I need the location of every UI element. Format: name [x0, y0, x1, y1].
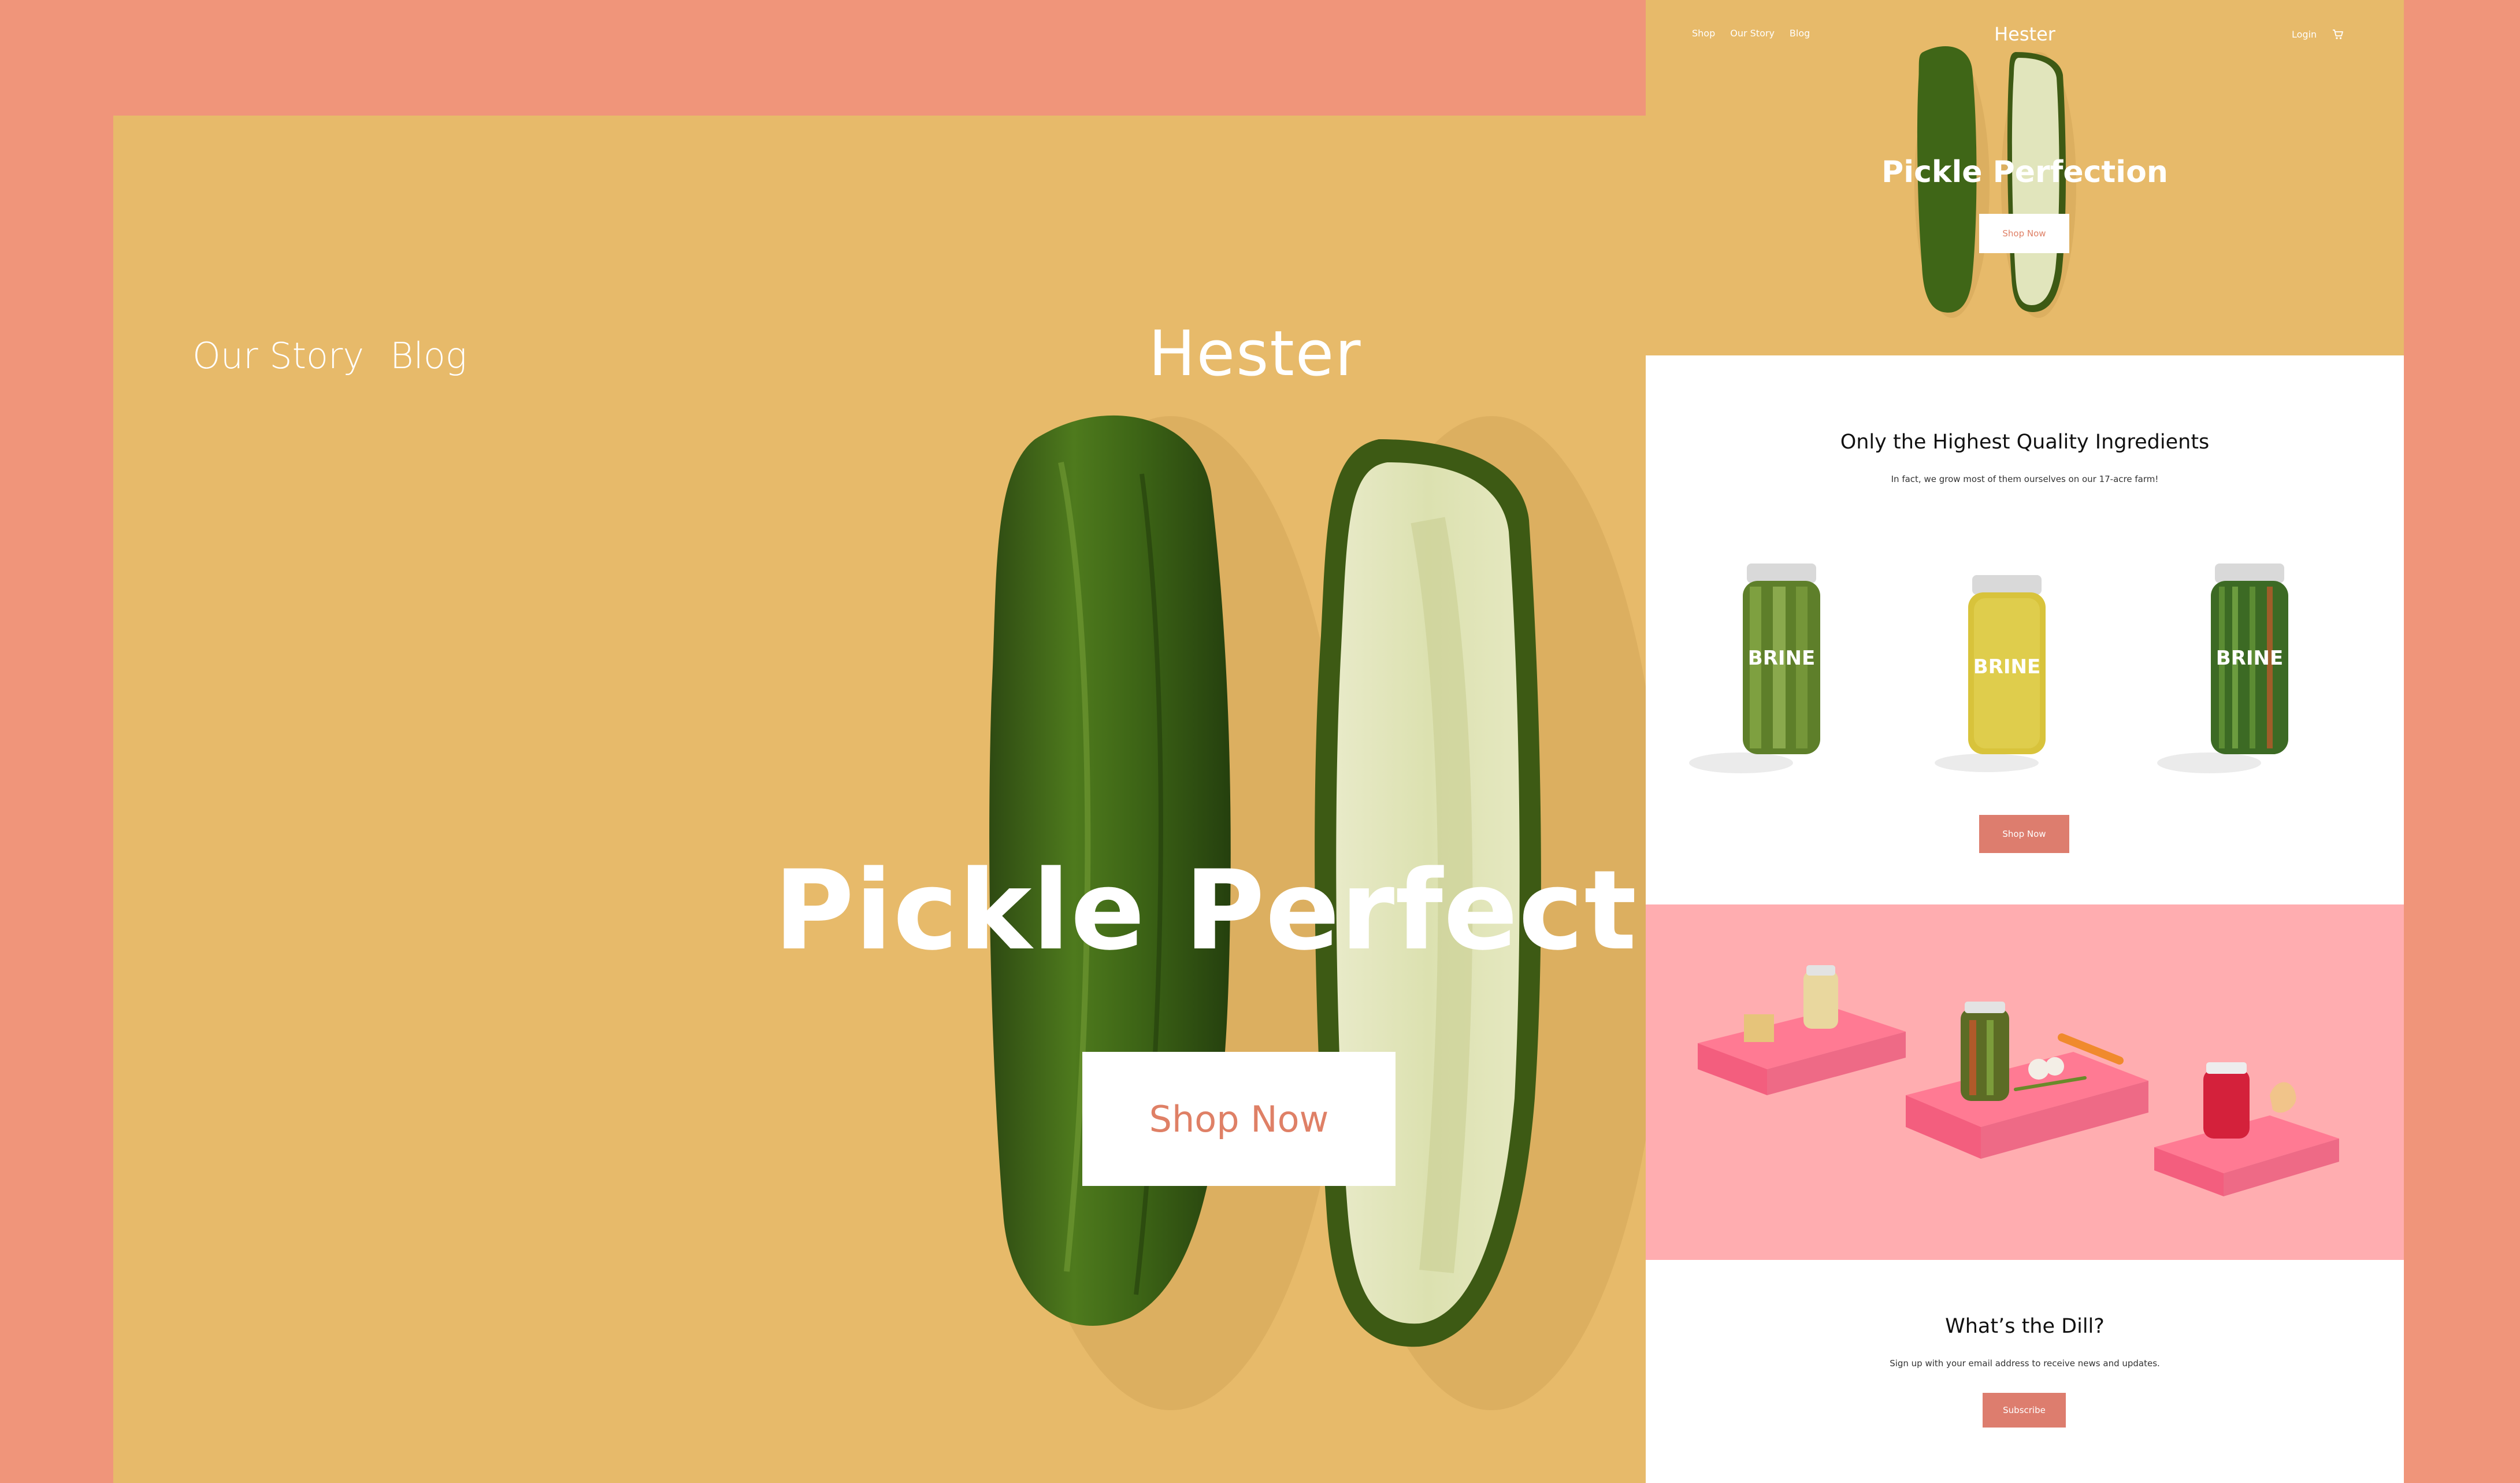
jar-label: BRINE [2216, 647, 2283, 670]
preview-nav-blog[interactable]: Blog [1790, 28, 1810, 39]
ingredients-subtitle: In fact, we grow most of them ourselves … [1891, 474, 2159, 484]
nav-blog-link[interactable]: Blog [390, 335, 467, 377]
jar-label: BRINE [1973, 655, 2040, 679]
subscribe-button[interactable]: Subscribe [1983, 1393, 2066, 1428]
hero-title: Pickle Perfection [774, 847, 1646, 974]
ingredients-section: Only the Highest Quality Ingredients In … [1646, 355, 2404, 904]
ingredients-shop-now-button[interactable]: Shop Now [1979, 815, 2069, 853]
product-scene-section [1646, 904, 2404, 1260]
login-link[interactable]: Login [2292, 29, 2317, 40]
preview-nav-right: Login [2292, 28, 2344, 40]
jar-cucumber-spears: BRINE [1689, 563, 1820, 773]
newsletter-section: What’s the Dill? Sign up with your email… [1646, 1260, 2404, 1483]
preview-hero: Shop Our Story Blog Hester Login Pickle … [1646, 0, 2404, 355]
cart-icon[interactable] [2332, 28, 2344, 40]
preview-logo[interactable]: Hester [1967, 23, 2083, 45]
jar-yellow-brine: BRINE [1935, 575, 2046, 772]
preview-nav-shop[interactable]: Shop [1692, 28, 1715, 39]
pickles-image [989, 415, 1646, 1410]
jar-label: BRINE [1748, 647, 1815, 670]
preview-nav: Shop Our Story Blog [1692, 28, 1810, 39]
shop-now-button[interactable]: Shop Now [1082, 1052, 1396, 1186]
site-preview: Shop Our Story Blog Hester Login Pickle … [1646, 0, 2404, 1483]
hero-zoom-panel: p Our Story Blog Hester Pickle Perfectio… [113, 116, 1646, 1483]
preview-nav-our-story[interactable]: Our Story [1730, 28, 1775, 39]
jar-green-beans: BRINE [2157, 563, 2288, 773]
site-logo[interactable]: Hester [1140, 318, 1371, 390]
product-scene-image [1698, 965, 2339, 1196]
newsletter-title: What’s the Dill? [1945, 1315, 2105, 1338]
ingredients-title: Only the Highest Quality Ingredients [1840, 431, 2210, 454]
preview-hero-title: Pickle Perfection [1881, 155, 2168, 190]
preview-hero-shop-now-button[interactable]: Shop Now [1979, 214, 2069, 253]
newsletter-subtitle: Sign up with your email address to recei… [1890, 1358, 2160, 1369]
nav-our-story-link[interactable]: Our Story [192, 335, 364, 377]
